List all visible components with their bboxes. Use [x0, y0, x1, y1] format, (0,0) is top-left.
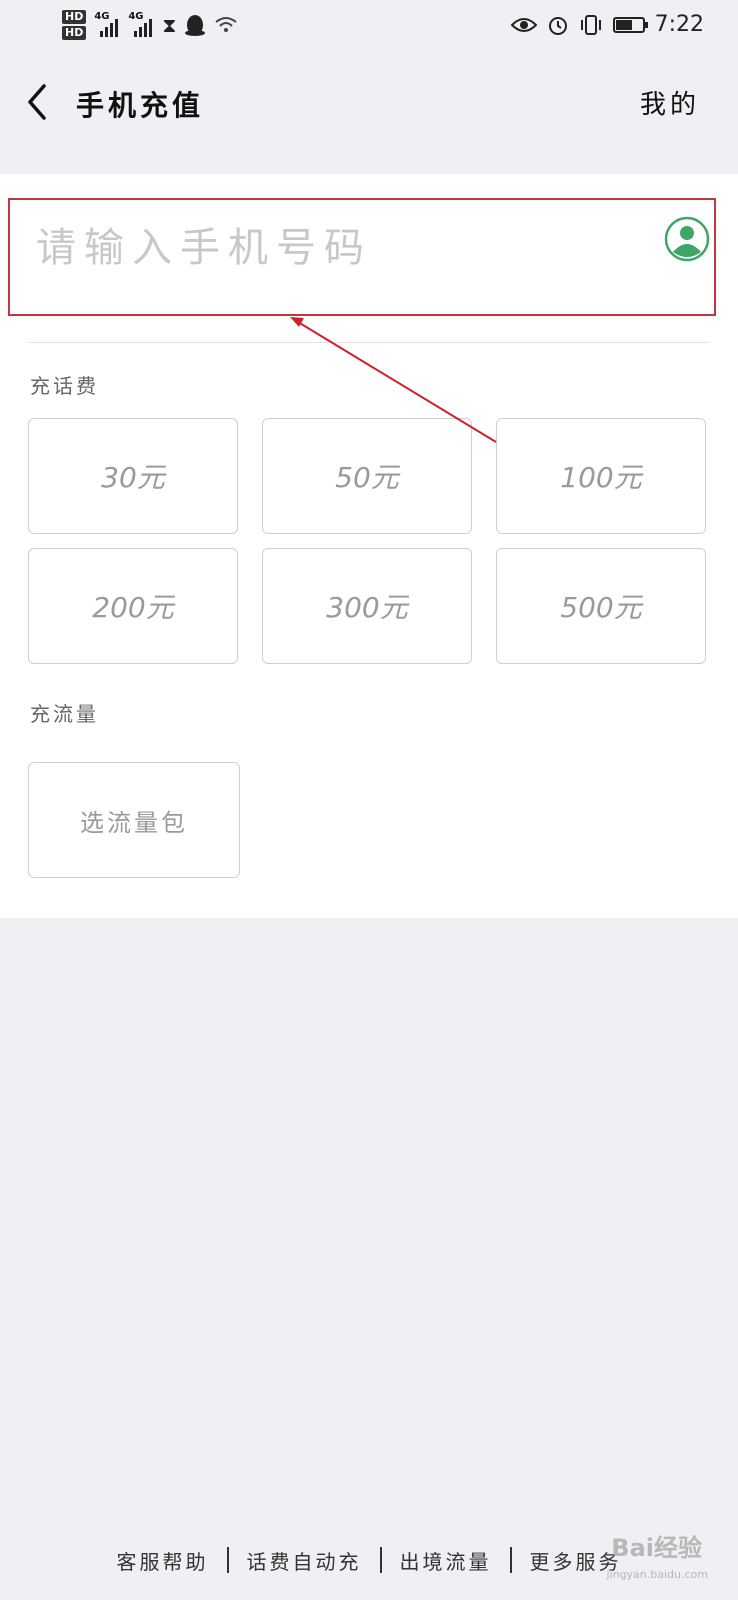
page-title: 手机充值: [76, 89, 205, 122]
phone-number-input[interactable]: [34, 220, 618, 276]
clock-time: 7:22: [654, 12, 704, 37]
choose-data-package-button[interactable]: 选流量包: [28, 762, 240, 878]
status-left: HD HD 4G 4G ⧗: [62, 10, 238, 40]
alarm-icon: [548, 16, 567, 35]
wifi-icon: [215, 17, 238, 32]
contact-picker-icon[interactable]: [664, 216, 710, 262]
battery-icon: [612, 16, 648, 33]
amount-option-30[interactable]: 30元: [28, 418, 238, 534]
watermark-logo: Bai经验: [611, 1534, 702, 1562]
signal-icon-1: 4G: [94, 11, 120, 37]
qq-penguin-icon: [185, 15, 206, 36]
call-credit-label: 充话费: [30, 374, 99, 398]
hd-badge-2: HD: [62, 26, 87, 40]
footer-separator: [379, 1547, 382, 1573]
data-plan-label: 充流量: [30, 702, 99, 726]
eye-icon: [510, 17, 537, 32]
battery-fill: [615, 19, 632, 30]
signal-icon-2: 4G: [128, 11, 154, 37]
footer-separator: [509, 1547, 512, 1573]
phone-input-box: [8, 198, 716, 316]
footer-link-roaming-data[interactable]: 出境流量: [400, 1546, 492, 1575]
status-right: 7:22: [510, 12, 704, 37]
footer-separator: [226, 1547, 229, 1573]
network-type-2: 4G: [128, 11, 144, 22]
amount-option-500[interactable]: 500元: [496, 548, 706, 664]
watermark-url: jingyan.baidu.com: [606, 1568, 708, 1581]
recharge-card: 充话费 30元 50元 100元 200元 300元 500元 充流量 选流量包: [0, 174, 738, 918]
input-divider: [28, 342, 710, 343]
footer-link-customer-service[interactable]: 客服帮助: [117, 1546, 209, 1575]
amount-option-50[interactable]: 50元: [262, 418, 472, 534]
my-account-link[interactable]: 我的: [640, 84, 700, 121]
hd-badges: HD HD: [62, 10, 87, 40]
hd-badge-1: HD: [62, 10, 87, 24]
hourglass-icon: ⧗: [162, 13, 177, 37]
amount-option-100[interactable]: 100元: [496, 418, 706, 534]
navigation-bar: 手机充值 我的: [0, 58, 738, 148]
vibrate-icon: [580, 14, 601, 35]
back-arrow-icon[interactable]: [22, 80, 62, 124]
amount-option-300[interactable]: 300元: [262, 548, 472, 664]
status-bar: HD HD 4G 4G ⧗ 7:22: [0, 0, 738, 58]
footer-link-auto-recharge[interactable]: 话费自动充: [247, 1546, 362, 1575]
amount-option-200[interactable]: 200元: [28, 548, 238, 664]
network-type-1: 4G: [94, 11, 110, 22]
